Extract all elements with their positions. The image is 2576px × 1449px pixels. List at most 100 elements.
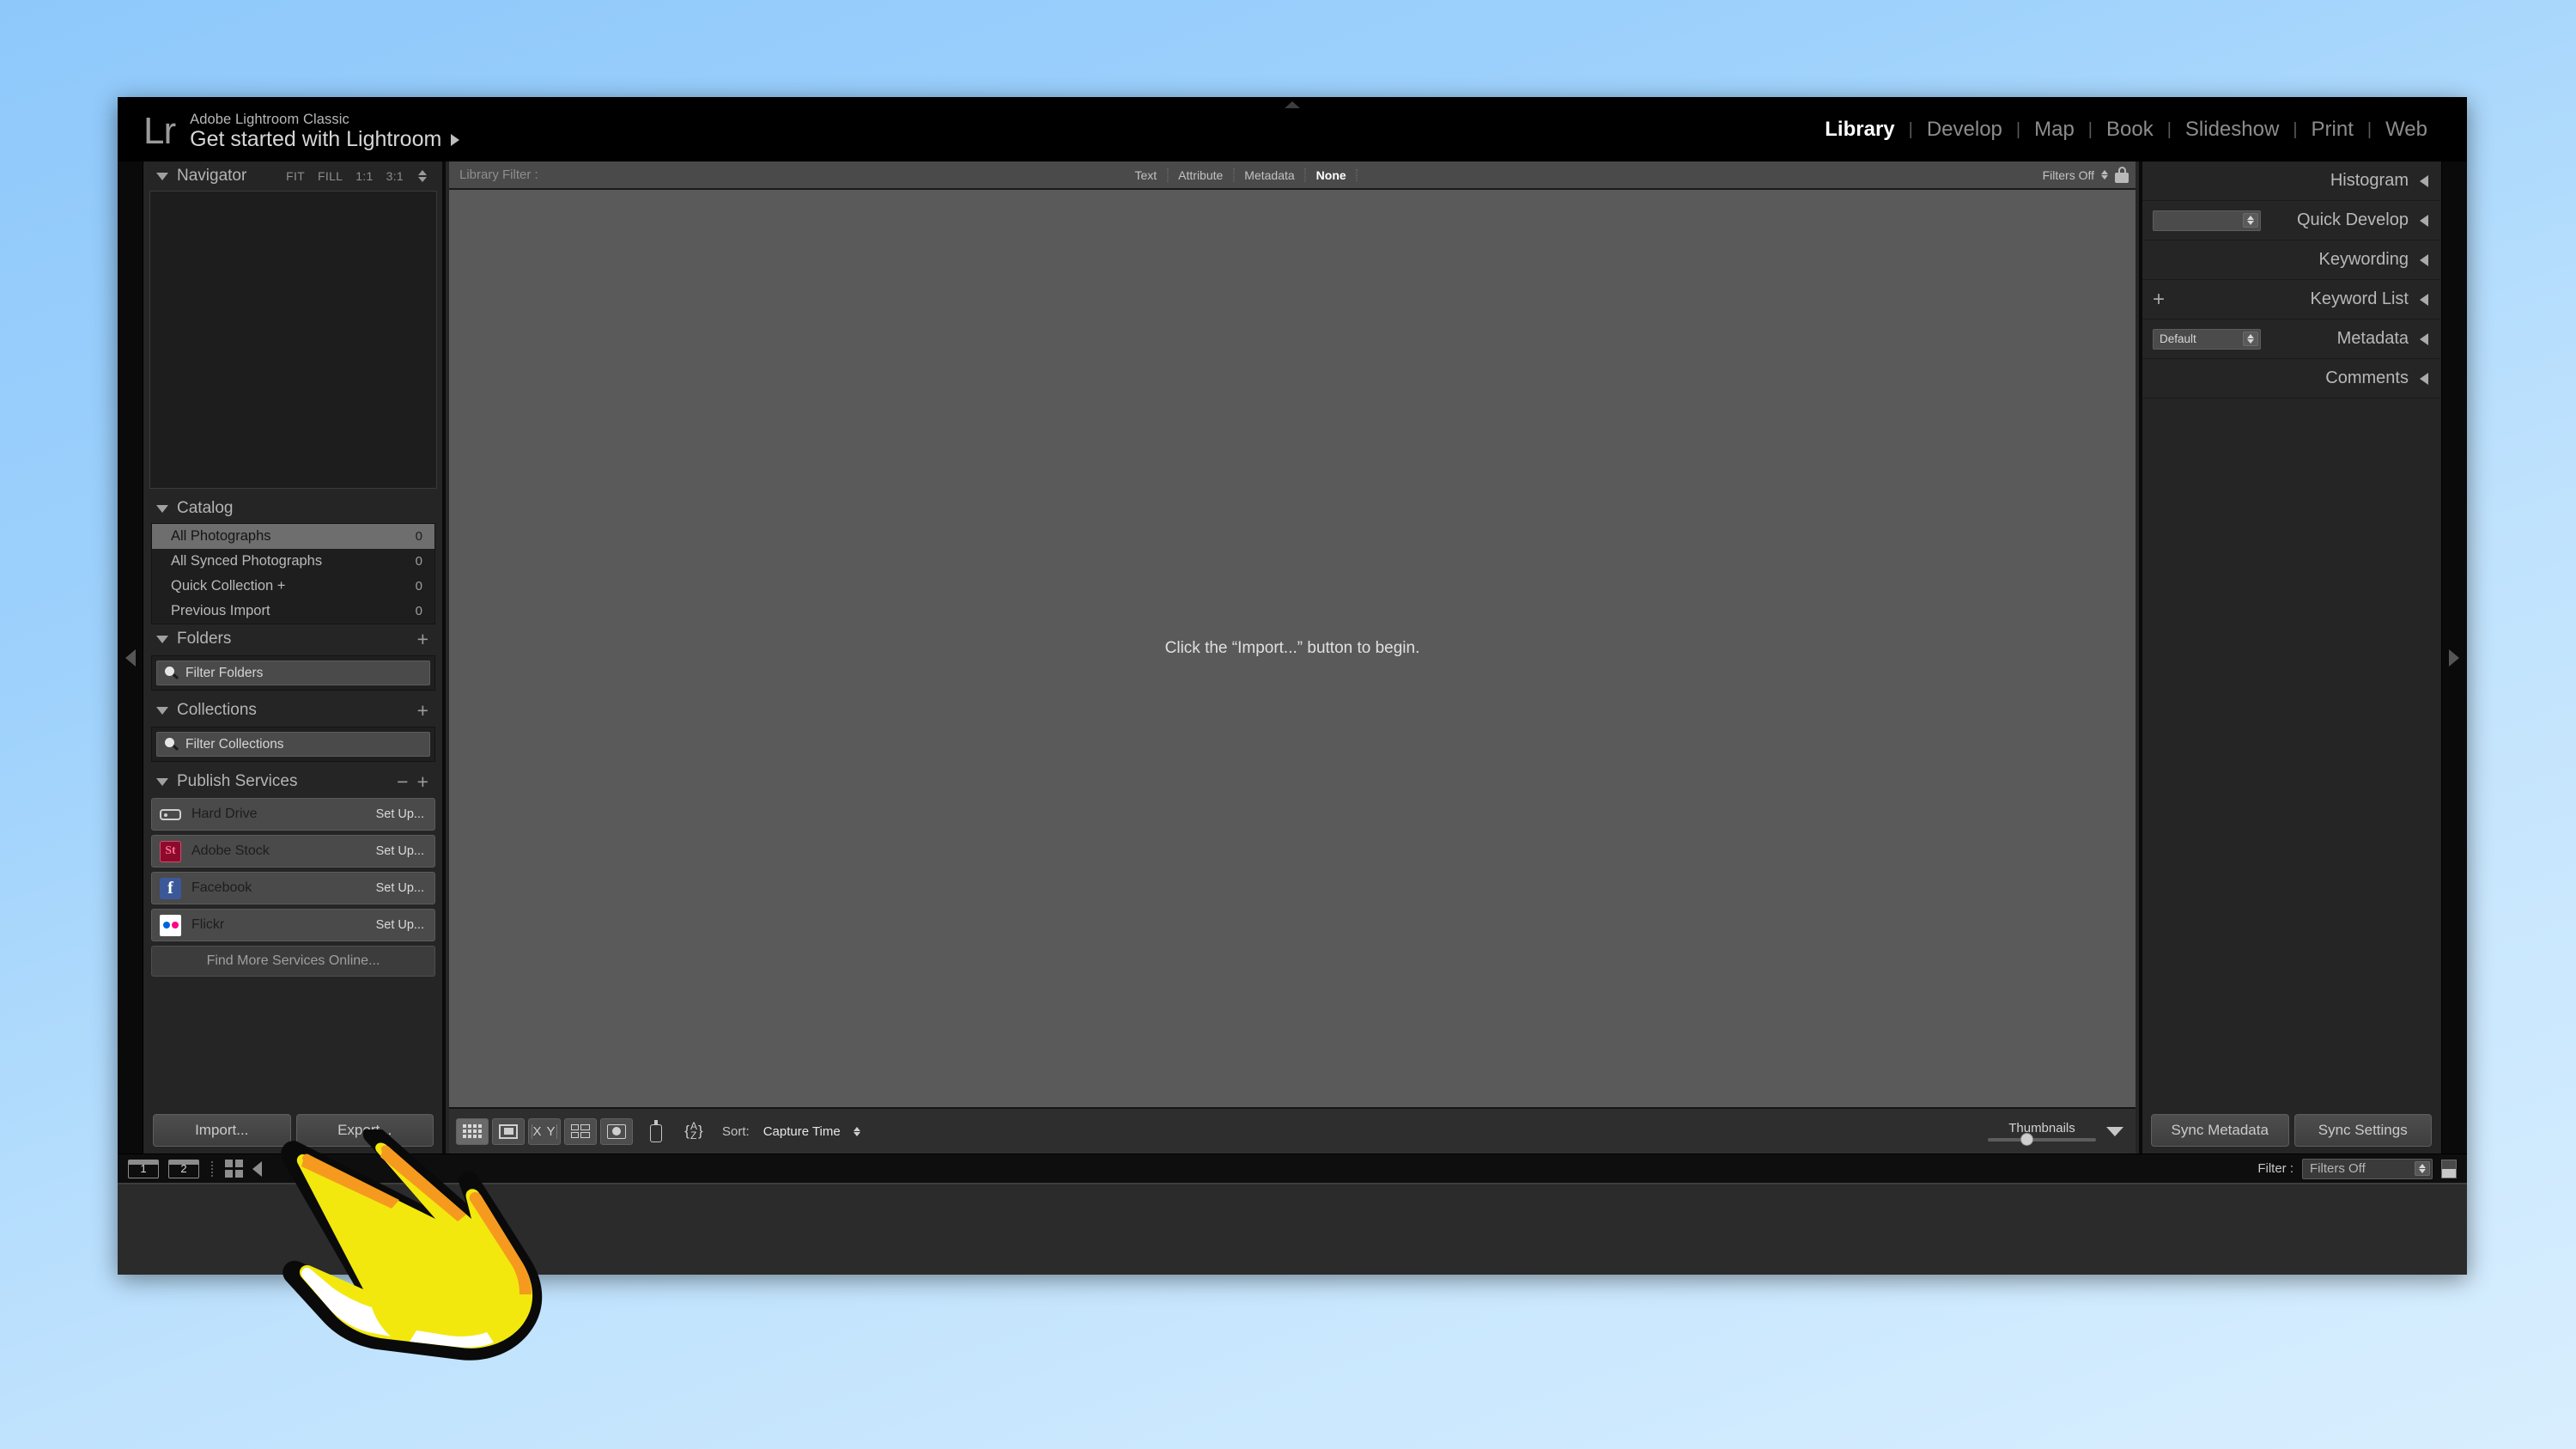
compare-view-icon[interactable]: X Y [528,1117,561,1145]
loupe-view-icon[interactable] [492,1117,525,1145]
filmstrip-thumbnails-area[interactable] [118,1183,2467,1275]
sort-stepper-icon[interactable] [853,1126,860,1136]
publish-service-hard-drive[interactable]: Hard Drive Set Up... [151,798,435,831]
module-book[interactable]: Book [2093,118,2167,142]
zoom-stepper[interactable] [418,170,427,182]
setup-link[interactable]: Set Up... [376,807,424,821]
triangle-left-icon[interactable] [2420,174,2428,187]
disclosure-triangle-icon[interactable] [156,172,168,180]
export-button[interactable]: Export... [295,1114,434,1147]
right-section-comments[interactable]: Comments [2142,359,2440,399]
filter-mode-attribute[interactable]: Attribute [1167,167,1233,182]
publish-service-adobe-stock[interactable]: St Adobe Stock Set Up... [151,835,435,868]
add-keyword-button[interactable]: + [2153,289,2165,309]
add-folder-button[interactable]: + [414,630,432,649]
add-service-button[interactable]: + [414,772,432,792]
module-slideshow[interactable]: Slideshow [2172,118,2293,142]
catalog-item-quick-collection[interactable]: Quick Collection + 0 [152,574,434,599]
sort-value[interactable]: Capture Time [763,1124,841,1139]
publish-service-flickr[interactable]: Flickr Set Up... [151,909,435,941]
zoom-1-1[interactable]: 1:1 [355,169,373,183]
zoom-fit[interactable]: FIT [286,169,305,183]
module-print[interactable]: Print [2298,118,2367,142]
collections-header[interactable]: Collections + [144,696,442,725]
remove-service-button[interactable]: − [392,772,413,792]
disclosure-triangle-icon[interactable] [156,635,168,643]
triangle-left-icon[interactable] [2420,372,2428,385]
publish-service-facebook[interactable]: f Facebook Set Up... [151,872,435,904]
triangle-left-icon[interactable] [2420,332,2428,345]
add-collection-button[interactable]: + [414,701,432,721]
sort-az-icon[interactable]: {A Z} [679,1118,708,1145]
quick-develop-preset-select[interactable] [2153,210,2261,231]
triangle-right-icon[interactable] [451,133,460,146]
setup-link[interactable]: Set Up... [376,918,424,932]
catalog-item-previous-import[interactable]: Previous Import 0 [152,599,434,624]
left-panel-collapse-strip[interactable] [118,161,143,1154]
filter-collections-placeholder: Filter Collections [185,736,284,752]
stepper-icon[interactable] [2243,213,2258,228]
metadata-preset-select[interactable]: Default [2153,328,2261,350]
people-view-icon[interactable] [600,1117,633,1145]
stepper-icon[interactable] [2415,1161,2430,1176]
spray-can-icon[interactable] [641,1118,671,1145]
lock-icon[interactable] [2115,167,2129,183]
catalog-item-all-photographs[interactable]: All Photographs 0 [152,524,434,549]
disclosure-triangle-icon[interactable] [156,706,168,715]
disclosure-triangle-icon[interactable] [156,504,168,513]
module-map[interactable]: Map [2020,118,2088,142]
filmstrip-filter-label: Filter : [2257,1161,2293,1176]
grid-icon[interactable] [225,1160,243,1178]
top-panel-collapse-handle[interactable] [1285,101,1300,108]
disclosure-triangle-icon[interactable] [156,777,168,786]
identity-plate[interactable]: Lr Adobe Lightroom Classic Get started w… [143,111,460,152]
triangle-left-icon[interactable] [2420,293,2428,306]
screen-2-button[interactable]: 2 [168,1159,199,1178]
module-web[interactable]: Web [2372,118,2441,142]
lightroom-window: Lr Adobe Lightroom Classic Get started w… [118,97,2467,1275]
filter-mode-none[interactable]: None [1304,167,1357,182]
right-section-keyword-list[interactable]: + Keyword List [2142,280,2440,320]
setup-link[interactable]: Set Up... [376,844,424,858]
stepper-icon[interactable] [2243,332,2258,346]
filters-off-label[interactable]: Filters Off [2043,168,2094,182]
filter-mode-text[interactable]: Text [1126,168,1167,182]
survey-view-icon[interactable] [564,1117,597,1145]
zoom-fill[interactable]: FILL [318,169,343,183]
catalog-header[interactable]: Catalog [144,494,442,523]
right-section-quick-develop[interactable]: Quick Develop [2142,201,2440,240]
grid-content-area[interactable]: Click the “Import...” button to begin. [449,190,2136,1107]
publish-services-header[interactable]: Publish Services − + [144,767,442,796]
navigator-header[interactable]: Navigator FIT FILL 1:1 3:1 [144,161,442,191]
catalog-item-all-synced-photographs[interactable]: All Synced Photographs 0 [152,549,434,574]
slider-knob[interactable] [2020,1133,2033,1146]
module-library[interactable]: Library [1811,118,1908,142]
sync-settings-button[interactable]: Sync Settings [2293,1114,2432,1147]
right-section-metadata[interactable]: Default Metadata [2142,320,2440,359]
right-section-histogram[interactable]: Histogram [2142,161,2440,201]
setup-link[interactable]: Set Up... [376,881,424,895]
filmstrip-filter-select[interactable]: Filters Off [2302,1158,2433,1179]
filter-mode-group: Text Attribute Metadata None [1126,167,1358,182]
zoom-3-1[interactable]: 3:1 [386,169,404,183]
thumbnail-badge-icon[interactable] [2441,1159,2457,1178]
right-panel-collapse-strip[interactable] [2441,161,2467,1154]
sync-metadata-button[interactable]: Sync Metadata [2151,1114,2289,1147]
triangle-left-icon[interactable] [252,1160,262,1177]
import-button[interactable]: Import... [153,1114,291,1147]
left-panel-buttons: Import... Export... [144,1107,442,1154]
folders-header[interactable]: Folders + [144,624,442,654]
triangle-left-icon[interactable] [2420,253,2428,266]
triangle-left-icon[interactable] [2420,214,2428,227]
filter-mode-metadata[interactable]: Metadata [1233,167,1304,182]
filter-collections-input[interactable]: Filter Collections [156,732,430,757]
screen-1-button[interactable]: 1 [128,1159,159,1178]
module-develop[interactable]: Develop [1913,118,2016,142]
grid-view-icon[interactable] [456,1117,489,1145]
thumbnails-slider[interactable] [1988,1133,2096,1146]
find-more-services-button[interactable]: Find More Services Online... [151,946,435,977]
chevron-down-icon[interactable] [2106,1126,2123,1136]
filters-stepper-icon[interactable] [2101,170,2108,180]
right-section-keywording[interactable]: Keywording [2142,240,2440,280]
filter-folders-input[interactable]: Filter Folders [156,661,430,685]
